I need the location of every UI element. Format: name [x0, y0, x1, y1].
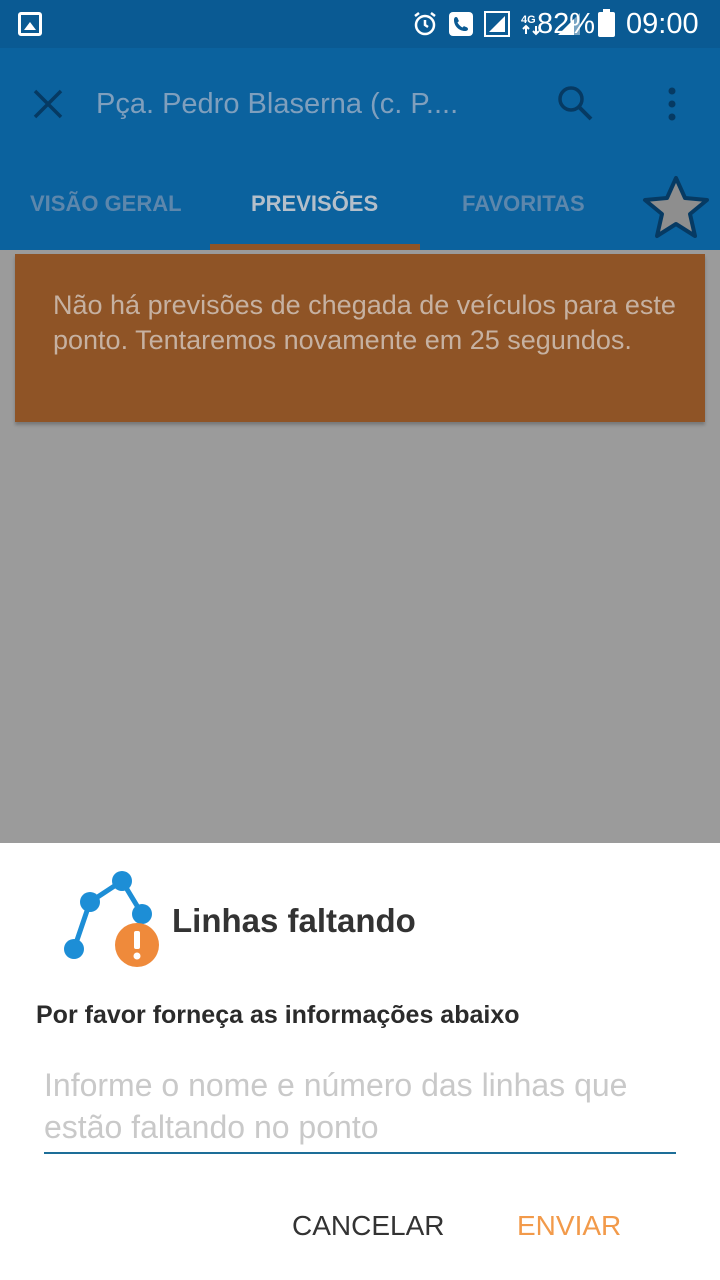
search-icon[interactable] — [556, 84, 594, 122]
missing-lines-logo-icon — [64, 871, 159, 967]
call-icon — [449, 12, 473, 36]
tab-favoritas[interactable]: FAVORITAS — [462, 190, 585, 218]
dialog-title: Linhas faltando — [172, 902, 416, 939]
clock: 09:00 — [626, 8, 699, 40]
missing-lines-input[interactable] — [44, 1064, 676, 1154]
battery-icon — [598, 9, 615, 37]
no-predictions-message: Não há previsões de chegada de veículos … — [53, 290, 676, 355]
dialog-subtitle: Por favor forneça as informações abaixo — [36, 1001, 520, 1029]
alarm-icon — [414, 12, 436, 36]
stop-title: Pça. Pedro Blaserna (c. P.... — [96, 88, 459, 120]
battery-percent: 82% — [537, 8, 596, 40]
tab-previsoes[interactable]: PREVISÕES — [251, 190, 378, 218]
status-bar: 4G 82% 09:00 — [0, 0, 720, 48]
star-icon[interactable] — [640, 172, 712, 244]
signal-icon — [484, 11, 510, 37]
cancel-button[interactable]: CANCELAR — [292, 1208, 444, 1244]
no-predictions-card: Não há previsões de chegada de veículos … — [15, 254, 705, 422]
more-vert-icon[interactable] — [662, 86, 682, 122]
gallery-icon — [18, 12, 42, 36]
tab-indicator — [210, 244, 420, 250]
tab-visao-geral[interactable]: VISÃO GERAL — [30, 190, 182, 218]
app-bar: Pça. Pedro Blaserna (c. P.... VISÃO GERA… — [0, 48, 720, 250]
close-icon[interactable] — [30, 86, 66, 122]
tab-bar: VISÃO GERAL PREVISÕES FAVORITAS — [0, 176, 720, 250]
send-button[interactable]: ENVIAR — [517, 1208, 621, 1244]
svg-text:4G: 4G — [521, 14, 536, 26]
missing-lines-dialog: Linhas faltando Por favor forneça as inf… — [0, 843, 720, 1280]
